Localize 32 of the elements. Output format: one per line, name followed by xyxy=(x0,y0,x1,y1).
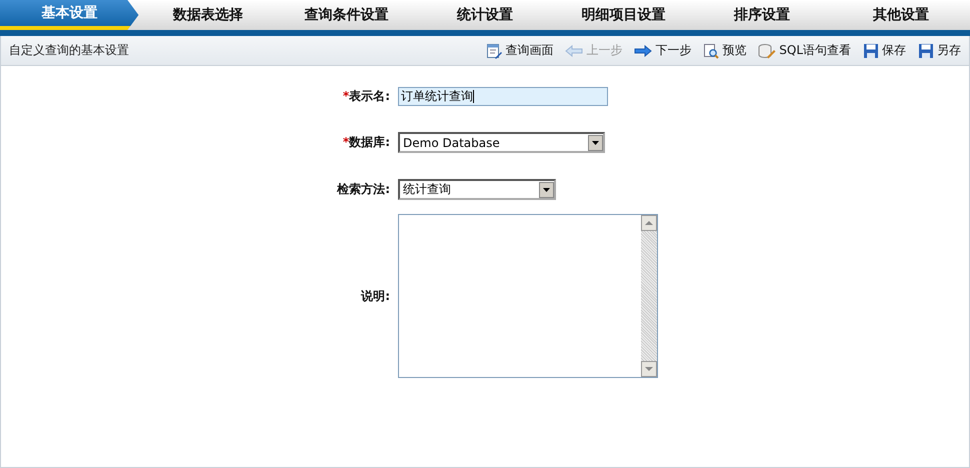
field-label: 表示名: xyxy=(349,89,390,103)
right-arrow-icon xyxy=(634,44,652,56)
required-asterisk: * xyxy=(342,89,350,103)
toolbar-button[interactable]: 保存 xyxy=(863,42,906,59)
scrollbar[interactable] xyxy=(641,215,657,377)
toolbar-button[interactable]: 另存 xyxy=(918,42,961,59)
scroll-up-icon xyxy=(641,215,657,231)
toolbar-button[interactable]: SQL语句查看 xyxy=(758,42,851,59)
toolbar-button[interactable]: 下一步 xyxy=(634,42,692,59)
tab[interactable]: 排序设置 xyxy=(692,0,832,30)
magnifier-page-icon xyxy=(703,42,720,58)
toolbar-button[interactable]: 查询画面 xyxy=(486,42,554,59)
tab[interactable]: 明细项目设置 xyxy=(554,0,693,30)
tab[interactable]: 统计设置 xyxy=(416,0,554,30)
tab[interactable]: 其他设置 xyxy=(831,0,970,30)
required-asterisk: * xyxy=(342,135,350,149)
input-field[interactable]: 订单统计查询 xyxy=(398,87,608,106)
dropdown[interactable]: 统计查询 xyxy=(398,179,556,200)
field-label: 说明: xyxy=(361,288,390,302)
field-label: 检索方法: xyxy=(337,182,390,196)
field-label: 数据库: xyxy=(349,135,390,149)
tab[interactable]: 基本设置 xyxy=(0,0,139,30)
scroll-down-icon xyxy=(641,361,657,377)
text-area[interactable] xyxy=(398,214,658,378)
toolbar-button[interactable]: 预览 xyxy=(703,42,746,59)
database-pencil-icon xyxy=(758,42,776,58)
tab[interactable]: 数据表选择 xyxy=(138,0,278,30)
tab[interactable]: 查询条件设置 xyxy=(277,0,416,30)
document-pencil-icon xyxy=(486,42,502,58)
left-arrow-icon xyxy=(565,44,584,56)
page-subtitle: 自定义查询的基本设置 xyxy=(9,42,129,59)
dropdown[interactable]: Demo Database xyxy=(398,132,605,153)
